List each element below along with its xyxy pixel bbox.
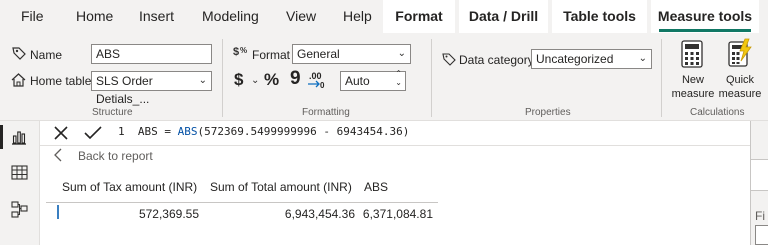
quick-measure-label: Quick measure <box>716 73 764 101</box>
percent-button[interactable]: % <box>264 70 279 90</box>
formatting-group-label: Formatting <box>302 107 350 118</box>
formula-line-number: 1 <box>118 125 125 138</box>
currency-button[interactable]: $ <box>234 70 243 90</box>
spinner-icon[interactable]: ⌃ ⌄ <box>395 69 402 87</box>
new-measure-label-line2: measure <box>671 88 715 100</box>
decrease-decimal-icon: 0 <box>308 80 325 89</box>
new-measure-label: New measure <box>668 73 718 101</box>
group-separator <box>431 39 432 117</box>
structure-group-label: Structure <box>92 107 133 118</box>
chevron-down-icon: ⌄ <box>198 75 207 86</box>
ribbon-tabs: File Home Insert Modeling View Help Form… <box>0 0 768 33</box>
name-label: Name <box>30 48 63 62</box>
data-category-icon <box>442 53 456 66</box>
group-separator <box>222 39 223 117</box>
format-select[interactable]: General ⌄ <box>292 44 411 64</box>
quick-calculator-icon <box>728 38 752 67</box>
data-category-select[interactable]: Uncategorized ⌄ <box>531 49 652 69</box>
formula-function: ABS <box>177 125 198 138</box>
commit-check-icon[interactable] <box>83 124 103 142</box>
row-selection-marker <box>57 205 59 219</box>
home-table-value: SLS Order Detials_... <box>96 74 153 106</box>
tab-data-drill[interactable]: Data / Drill <box>459 0 548 33</box>
calculator-icon <box>681 40 703 68</box>
right-pane: Fi <box>750 121 768 245</box>
home-table-label: Home table <box>30 74 92 88</box>
left-nav <box>0 121 40 245</box>
home-icon <box>11 73 26 87</box>
data-category-label: Data category <box>459 53 534 67</box>
pane-partial-label: Fi <box>755 209 765 223</box>
report-view-icon[interactable] <box>11 129 27 145</box>
data-category-value: Uncategorized <box>536 52 614 66</box>
tab-home[interactable]: Home <box>76 0 113 33</box>
comma-style-button[interactable]: 9 <box>290 68 301 90</box>
formula-arguments: (572369.5499999996 - 6943454.36) <box>197 125 410 138</box>
model-view-icon[interactable] <box>11 201 28 218</box>
header-divider <box>46 202 438 203</box>
column-header-total[interactable]: Sum of Total amount (INR) <box>210 180 352 194</box>
formula-editor[interactable]: 1 ABS = ABS(572369.5499999996 - 6943454.… <box>118 125 409 138</box>
tab-help[interactable]: Help <box>343 0 372 33</box>
tab-measure-tools[interactable]: Measure tools <box>651 0 759 33</box>
ribbon: Name ABS Home table SLS Order Detials_..… <box>0 33 768 121</box>
table-view-icon[interactable] <box>11 165 28 180</box>
cancel-icon[interactable] <box>52 124 70 142</box>
chevron-down-icon: ⌄ <box>397 48 406 59</box>
quick-measure-label-line2: measure <box>718 88 762 100</box>
cell-abs: 6,371,084.81 <box>362 207 433 221</box>
chevron-down-icon: ⌄ <box>638 53 647 64</box>
column-header-tax[interactable]: Sum of Tax amount (INR) <box>62 180 197 194</box>
column-header-abs[interactable]: ABS <box>364 180 388 194</box>
tab-modeling[interactable]: Modeling <box>202 0 259 33</box>
back-to-report-link[interactable]: Back to report <box>78 149 153 163</box>
format-value: General <box>297 47 340 61</box>
pane-section <box>751 159 768 191</box>
format-label: Format <box>252 48 291 62</box>
new-measure-button[interactable]: New measure <box>668 37 718 103</box>
calculations-group-label: Calculations <box>690 107 745 118</box>
group-separator <box>661 39 662 117</box>
currency-chevron-icon[interactable]: ⌄ <box>251 75 259 86</box>
svg-text:0: 0 <box>320 81 325 89</box>
cell-tax-amount: 572,369.55 <box>138 207 199 221</box>
new-measure-label-line1: New <box>681 74 704 86</box>
properties-group-label: Properties <box>525 107 571 118</box>
active-view-indicator <box>0 125 3 149</box>
svg-text:%: % <box>240 46 247 55</box>
decimals-input[interactable]: Auto ⌃ ⌄ <box>340 69 406 91</box>
home-table-select[interactable]: SLS Order Detials_... ⌄ <box>91 71 212 106</box>
decimals-value: Auto <box>345 74 370 88</box>
tab-table-tools[interactable]: Table tools <box>552 0 647 33</box>
cell-total-amount: 6,943,454.36 <box>284 207 355 221</box>
format-icon: $ % <box>233 46 247 58</box>
tab-view[interactable]: View <box>286 0 316 33</box>
pane-input[interactable] <box>755 225 768 245</box>
formula-prefix: ABS = <box>137 125 178 138</box>
back-chevron-icon[interactable] <box>53 148 63 162</box>
tab-insert[interactable]: Insert <box>139 0 174 33</box>
svg-text:$: $ <box>233 46 239 58</box>
quick-measure-label-line1: Quick <box>725 74 755 86</box>
decimal-places-button[interactable]: .00 0 <box>307 71 329 89</box>
name-input[interactable]: ABS <box>91 44 212 64</box>
quick-measure-button[interactable]: Quick measure <box>716 37 764 103</box>
tab-format[interactable]: Format <box>383 0 455 33</box>
tag-icon <box>12 47 26 60</box>
tab-file[interactable]: File <box>21 0 44 33</box>
